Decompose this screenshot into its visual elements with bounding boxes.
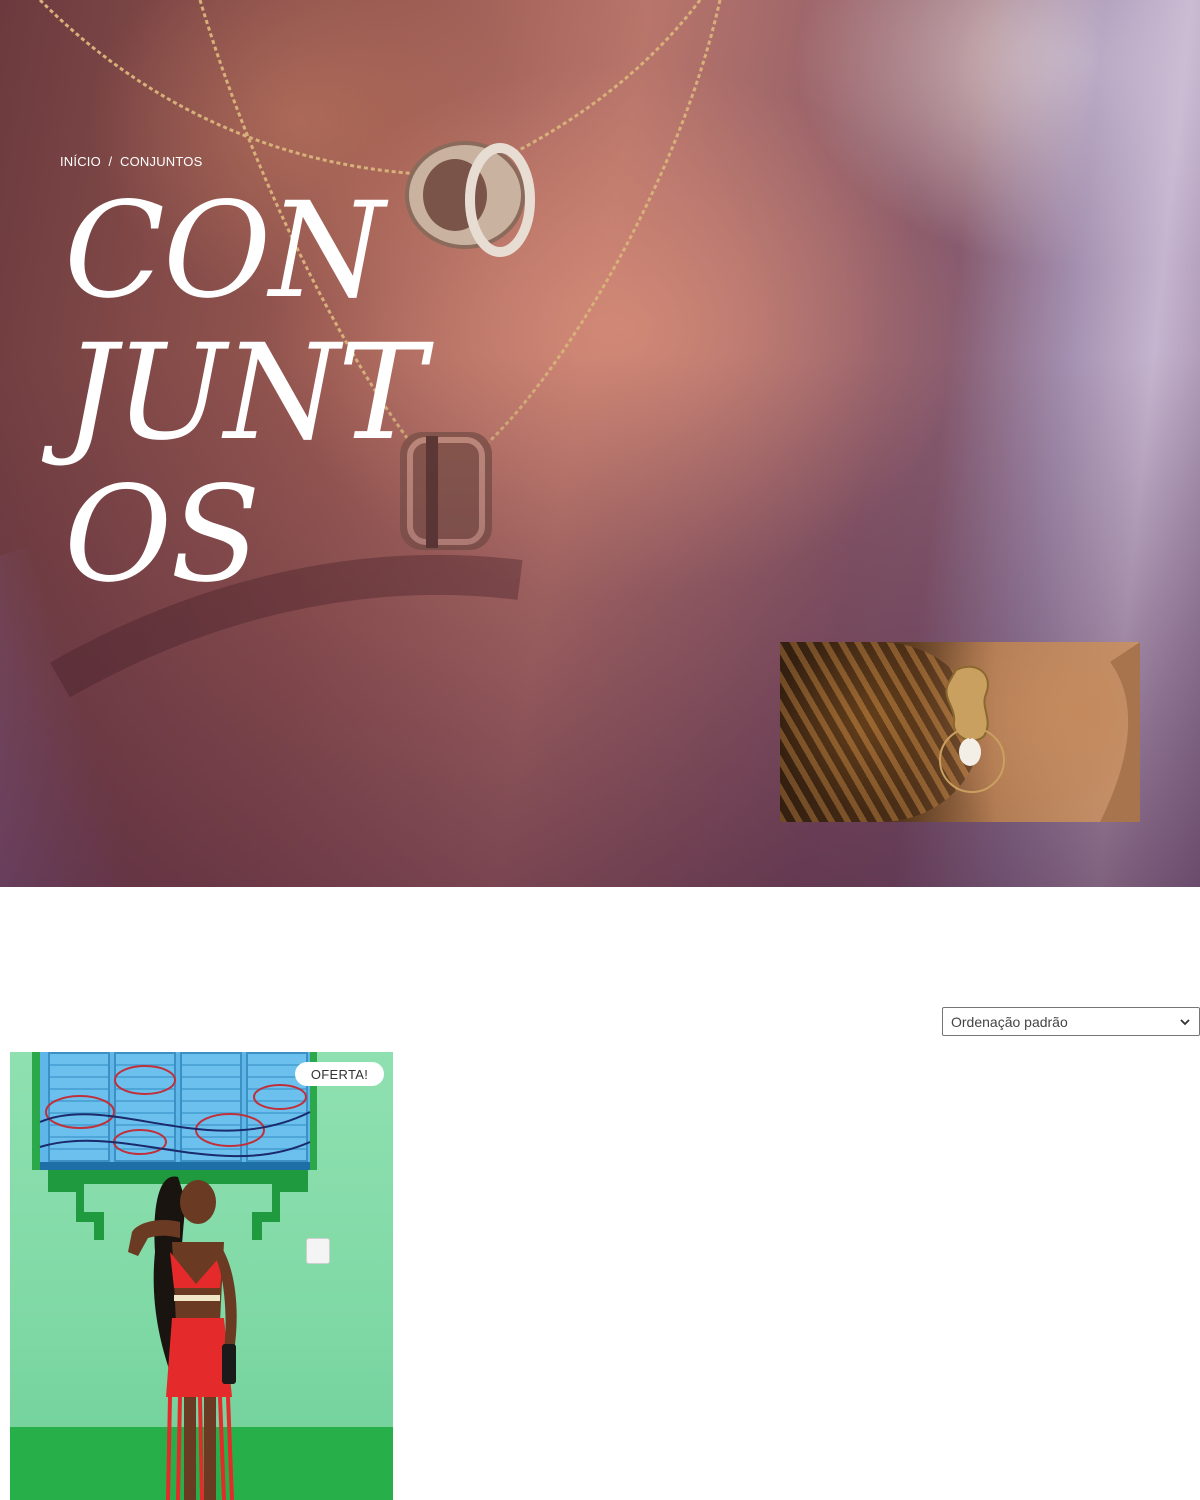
hero-banner: INÍCIO / CONJUNTOS CONJUNTOS bbox=[0, 0, 1200, 887]
breadcrumb-home[interactable]: INÍCIO bbox=[60, 154, 101, 169]
sort-select-value: Ordenação padrão bbox=[951, 1013, 1068, 1030]
breadcrumb: INÍCIO / CONJUNTOS bbox=[60, 154, 202, 169]
chevron-down-icon bbox=[1180, 1018, 1190, 1025]
earring-illustration bbox=[939, 642, 1140, 822]
product-card[interactable] bbox=[10, 1052, 393, 1500]
breadcrumb-current: CONJUNTOS bbox=[120, 154, 203, 169]
sort-select[interactable]: Ordenação padrão bbox=[942, 1007, 1200, 1036]
breadcrumb-separator: / bbox=[104, 154, 117, 169]
product-image-model bbox=[39, 1065, 311, 1500]
earring-image bbox=[780, 642, 1140, 822]
page-title: CONJUNTOS bbox=[64, 174, 426, 612]
sale-badge: OFERTA! bbox=[295, 1062, 384, 1086]
